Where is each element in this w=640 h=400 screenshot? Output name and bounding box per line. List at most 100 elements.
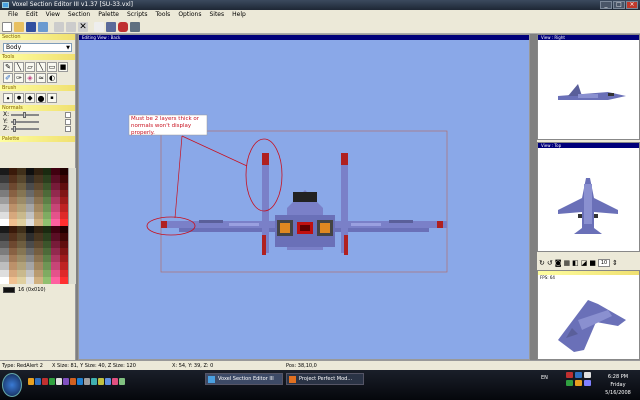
save-disk-icon[interactable] <box>26 21 36 32</box>
palette-swatch[interactable] <box>17 175 26 183</box>
clipboard-icon[interactable] <box>94 21 104 32</box>
brush-size-2-icon[interactable]: ● <box>14 93 24 103</box>
palette-swatch[interactable] <box>42 233 51 241</box>
palette-swatch[interactable] <box>25 276 34 284</box>
menu-edit[interactable]: Edit <box>22 10 42 20</box>
palette-swatch[interactable] <box>34 262 43 270</box>
palette-swatch[interactable] <box>8 168 17 176</box>
palette-swatch[interactable] <box>42 262 51 270</box>
camera-icon[interactable]: ◙ <box>555 259 562 267</box>
settings-icon[interactable] <box>130 21 140 32</box>
palette-swatch[interactable] <box>17 276 26 284</box>
palette-swatch[interactable] <box>34 276 43 284</box>
quick-launch-13-icon[interactable] <box>112 378 118 385</box>
palette-swatch[interactable] <box>34 168 43 176</box>
normals-icon[interactable]: ◧ <box>572 259 579 267</box>
x-slider[interactable] <box>11 111 39 118</box>
palette-swatch[interactable] <box>42 240 51 248</box>
palette-swatch[interactable] <box>8 197 17 205</box>
palette-swatch[interactable] <box>42 197 51 205</box>
palette-swatch[interactable] <box>17 233 26 241</box>
palette-swatch[interactable] <box>25 233 34 241</box>
quick-launch-3-icon[interactable] <box>42 378 48 385</box>
quick-launch-4-icon[interactable] <box>49 378 55 385</box>
top-view-pane[interactable]: View : Top <box>537 142 640 252</box>
z-slider[interactable] <box>11 125 39 132</box>
palette-swatch[interactable] <box>8 218 17 226</box>
darken-icon[interactable]: ◐ <box>47 73 57 83</box>
tray-2-icon[interactable] <box>575 372 582 378</box>
palette-swatch[interactable] <box>17 269 26 277</box>
menu-sites[interactable]: Sites <box>205 10 228 20</box>
palette-swatch[interactable] <box>0 182 9 190</box>
palette-swatch[interactable] <box>42 211 51 219</box>
palette-swatch[interactable] <box>42 204 51 212</box>
view-icon[interactable] <box>106 21 116 32</box>
palette-swatch[interactable] <box>34 189 43 197</box>
palette-swatch[interactable] <box>51 218 60 226</box>
fill-bucket-icon[interactable]: ◈ <box>25 73 35 83</box>
color-palette[interactable] <box>0 168 68 284</box>
palette-swatch[interactable] <box>59 269 68 277</box>
palette-swatch[interactable] <box>42 247 51 255</box>
palette-swatch[interactable] <box>59 247 68 255</box>
y-slider-knob[interactable] <box>13 118 16 125</box>
quick-launch-11-icon[interactable] <box>98 378 104 385</box>
tray-6-icon[interactable] <box>584 380 591 386</box>
palette-swatch[interactable] <box>17 240 26 248</box>
palette-swatch[interactable] <box>17 255 26 263</box>
menu-file[interactable]: File <box>4 10 22 20</box>
palette-swatch[interactable] <box>51 168 60 176</box>
brush-size-1-icon[interactable]: ● <box>3 93 13 103</box>
palette-swatch[interactable] <box>17 182 26 190</box>
palette-swatch[interactable] <box>59 204 68 212</box>
palette-swatch[interactable] <box>25 247 34 255</box>
x-value-box[interactable] <box>65 111 71 118</box>
quick-launch-10-icon[interactable] <box>91 378 97 385</box>
palette-swatch[interactable] <box>17 247 26 255</box>
smooth-icon[interactable]: ≈ <box>36 73 46 83</box>
palette-swatch[interactable] <box>25 255 34 263</box>
palette-swatch[interactable] <box>51 211 60 219</box>
diagonal-icon[interactable]: ╲ <box>36 62 46 72</box>
palette-swatch[interactable] <box>25 204 34 212</box>
open-folder-icon[interactable] <box>14 21 24 32</box>
palette-swatch[interactable] <box>42 182 51 190</box>
palette-swatch[interactable] <box>59 276 68 284</box>
quick-launch-6-icon[interactable] <box>63 378 69 385</box>
palette-swatch[interactable] <box>0 262 9 270</box>
new-file-icon[interactable] <box>2 21 12 32</box>
tray-1-icon[interactable] <box>566 372 573 378</box>
palette-swatch[interactable] <box>59 240 68 248</box>
palette-swatch[interactable] <box>8 262 17 270</box>
palette-swatch[interactable] <box>51 276 60 284</box>
palette-swatch[interactable] <box>51 240 60 248</box>
palette-swatch[interactable] <box>42 276 51 284</box>
palette-swatch[interactable] <box>8 247 17 255</box>
palette-swatch[interactable] <box>59 211 68 219</box>
z-value-box[interactable] <box>65 125 71 132</box>
palette-swatch[interactable] <box>25 240 34 248</box>
undo-icon[interactable] <box>54 21 64 32</box>
palette-swatch[interactable] <box>51 182 60 190</box>
section-select[interactable]: Body ▼ <box>3 43 72 52</box>
palette-swatch[interactable] <box>51 226 60 234</box>
palette-swatch[interactable] <box>0 211 9 219</box>
vehicle-icon[interactable] <box>118 21 128 32</box>
palette-swatch[interactable] <box>42 255 51 263</box>
menu-view[interactable]: View <box>42 10 64 20</box>
palette-swatch[interactable] <box>25 168 34 176</box>
menu-palette[interactable]: Palette <box>94 10 123 20</box>
palette-swatch[interactable] <box>25 175 34 183</box>
palette-swatch[interactable] <box>34 175 43 183</box>
palette-swatch[interactable] <box>8 175 17 183</box>
palette-swatch[interactable] <box>0 175 9 183</box>
palette-icon[interactable]: ◪ <box>581 259 588 267</box>
language-indicator[interactable]: EN <box>541 375 548 381</box>
quick-launch-1-icon[interactable] <box>28 378 34 385</box>
palette-swatch[interactable] <box>0 255 9 263</box>
palette-swatch[interactable] <box>8 182 17 190</box>
palette-swatch[interactable] <box>17 262 26 270</box>
palette-swatch[interactable] <box>59 226 68 234</box>
palette-swatch[interactable] <box>17 197 26 205</box>
